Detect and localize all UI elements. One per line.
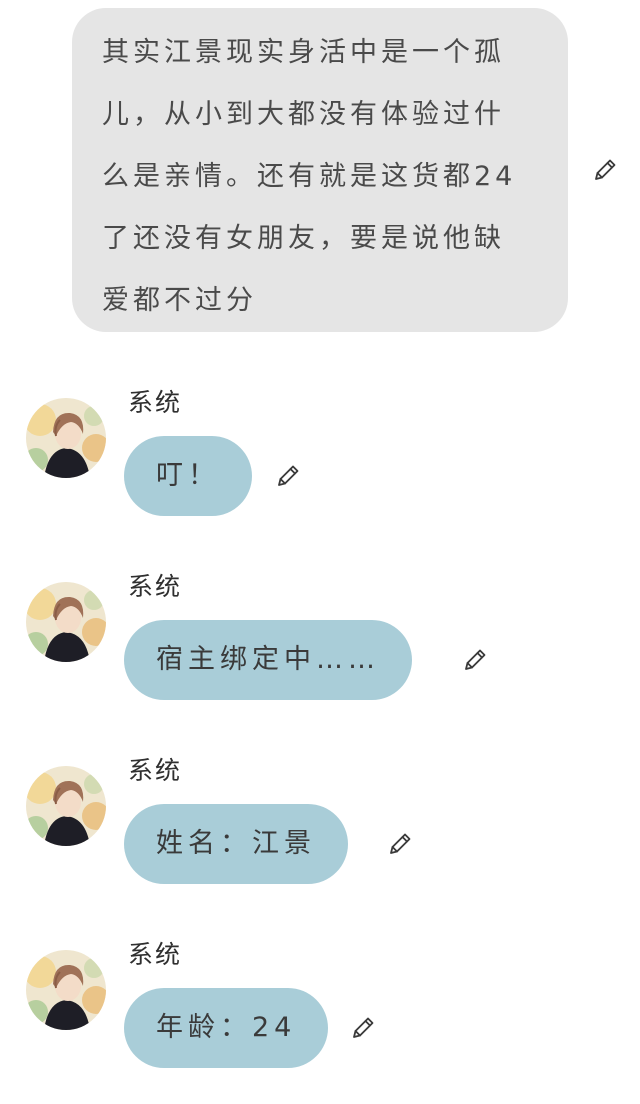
message-bubble[interactable]: 年龄：24 — [124, 988, 329, 1068]
message-bubble[interactable]: 叮！ — [124, 436, 252, 516]
pencil-icon[interactable] — [387, 831, 413, 857]
avatar[interactable] — [26, 582, 106, 662]
narration-line: 爱都不过分 — [102, 285, 257, 316]
chat-message: 系统 宿主绑定中…… — [0, 567, 640, 717]
narration-line: 么是亲情。还有就是这货都24 — [102, 161, 517, 192]
chat-message: 系统 年龄：24 — [0, 935, 640, 1085]
sender-name: 系统 — [128, 940, 183, 969]
pencil-icon[interactable] — [350, 1015, 376, 1041]
message-bubble[interactable]: 姓名：江景 — [124, 804, 348, 884]
narration-line: 了还没有女朋友，要是说他缺 — [102, 223, 505, 254]
avatar[interactable] — [26, 766, 106, 846]
sender-name: 系统 — [128, 572, 183, 601]
sender-name: 系统 — [128, 756, 183, 785]
narration-line: 儿，从小到大都没有体验过什 — [102, 99, 505, 130]
sender-name: 系统 — [128, 388, 183, 417]
pencil-icon[interactable] — [462, 647, 488, 673]
pencil-icon[interactable] — [275, 463, 301, 489]
narration-line: 其实江景现实身活中是一个孤 — [102, 37, 505, 68]
message-bubble[interactable]: 宿主绑定中…… — [124, 620, 412, 700]
pencil-icon[interactable] — [592, 157, 618, 183]
avatar[interactable] — [26, 398, 106, 478]
narration-bubble: 其实江景现实身活中是一个孤 儿，从小到大都没有体验过什 么是亲情。还有就是这货都… — [72, 8, 568, 332]
avatar[interactable] — [26, 950, 106, 1030]
chat-message: 系统 叮！ — [0, 383, 640, 533]
chat-message: 系统 姓名：江景 — [0, 751, 640, 901]
